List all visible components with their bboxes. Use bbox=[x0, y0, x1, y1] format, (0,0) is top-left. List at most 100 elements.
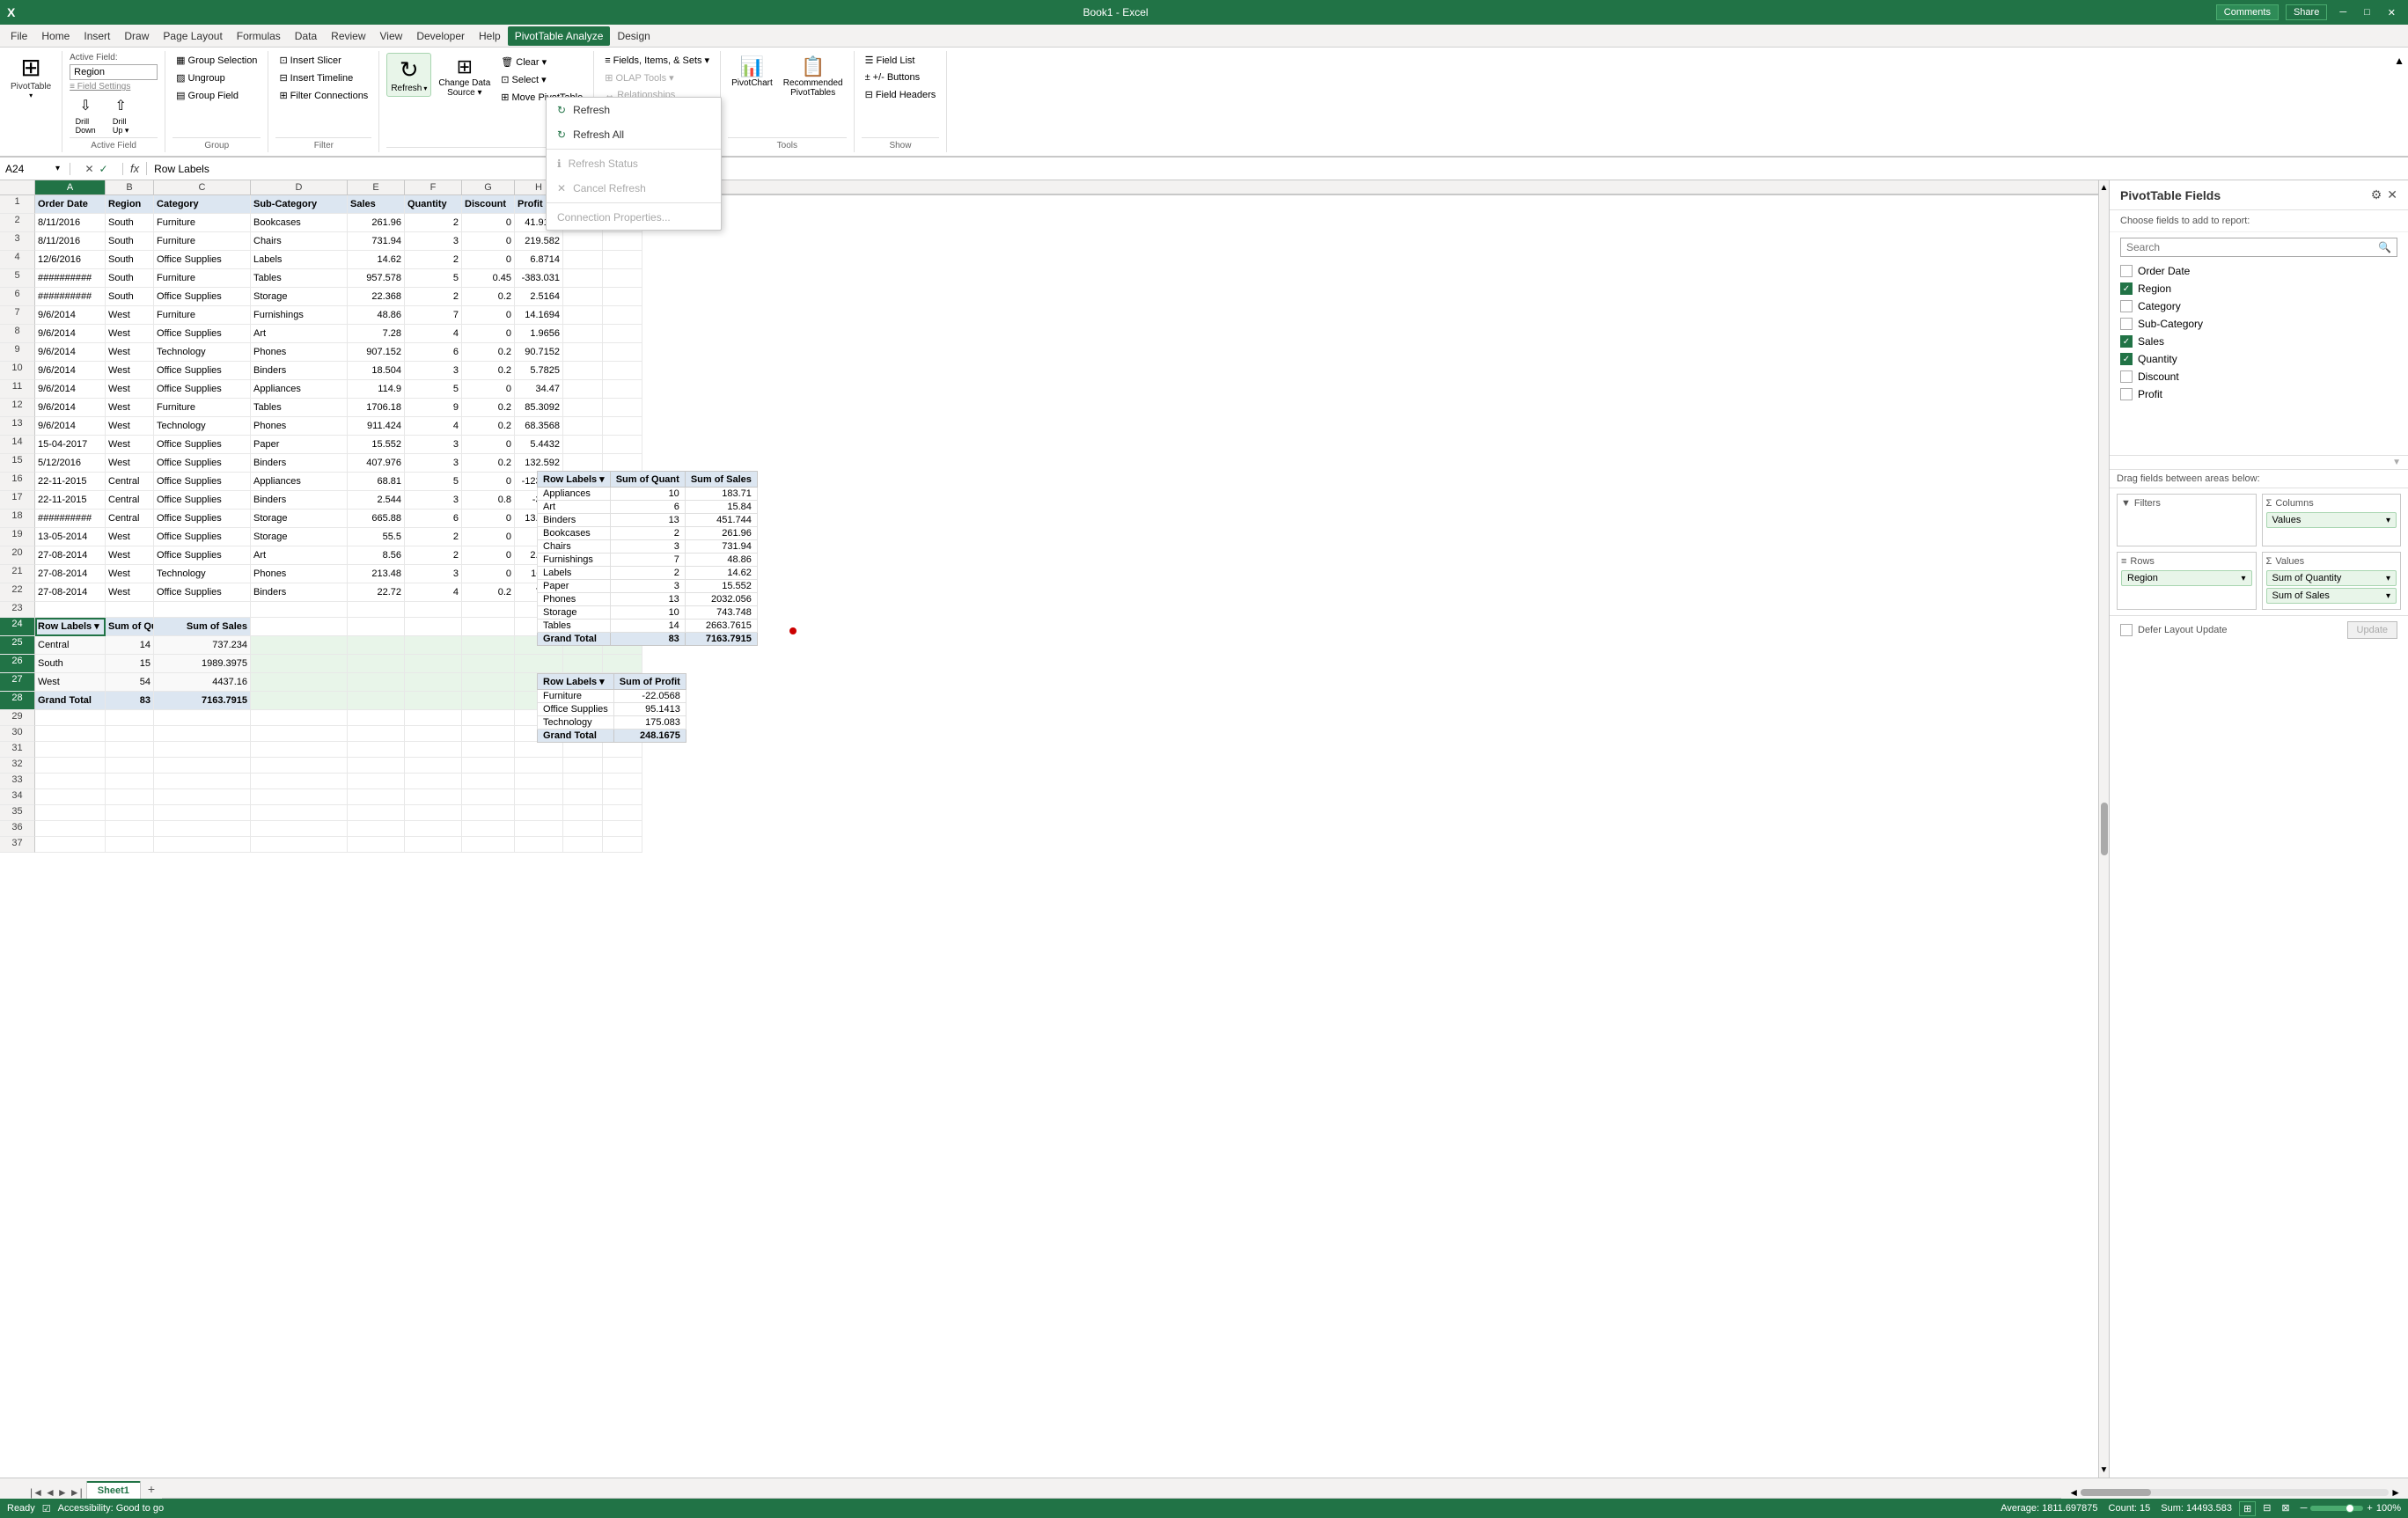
defer-checkbox[interactable] bbox=[2120, 624, 2133, 636]
menu-developer[interactable]: Developer bbox=[409, 26, 472, 46]
minimize-icon[interactable]: ─ bbox=[2334, 7, 2352, 18]
list-item[interactable]: Phones132032.056 bbox=[538, 593, 758, 606]
col-header-c[interactable]: C bbox=[154, 180, 251, 194]
list-item[interactable]: Binders13451.744 bbox=[538, 514, 758, 527]
plus-minus-buttons-button[interactable]: ± +/- Buttons bbox=[862, 70, 940, 84]
pivot1-header-qty[interactable]: Sum of Quant bbox=[610, 472, 685, 488]
cell-a26[interactable]: South bbox=[35, 655, 106, 673]
menu-review[interactable]: Review bbox=[324, 26, 372, 46]
zoom-slider[interactable] bbox=[2310, 1506, 2363, 1511]
select-button[interactable]: ⊡ Select ▾ bbox=[497, 72, 586, 87]
pivot2-header-profit[interactable]: Sum of Profit bbox=[613, 674, 686, 690]
region-row-dropdown[interactable]: ▾ bbox=[2241, 574, 2245, 583]
field-item-sales[interactable]: ✓ Sales bbox=[2110, 333, 2408, 350]
col-header-a[interactable]: A bbox=[35, 180, 106, 194]
row-header-24[interactable]: 24 bbox=[0, 618, 35, 636]
field-settings-link[interactable]: ≡ Field Settings bbox=[70, 82, 158, 92]
sum-qty-dropdown[interactable]: ▾ bbox=[2386, 574, 2390, 583]
corner-cell[interactable] bbox=[0, 180, 35, 194]
row-header-1[interactable]: 1 bbox=[0, 195, 35, 214]
values-column-dropdown[interactable]: ▾ bbox=[2386, 516, 2390, 525]
field-checkbox-region[interactable]: ✓ bbox=[2120, 282, 2133, 295]
sheet-nav-next[interactable]: ► bbox=[57, 1486, 68, 1499]
cell-c24[interactable]: Sum of Sales bbox=[154, 618, 251, 636]
menu-insert[interactable]: Insert bbox=[77, 26, 117, 46]
cell-d1[interactable]: Sub-Category bbox=[251, 195, 348, 214]
cell-a27[interactable]: West bbox=[35, 673, 106, 692]
group-field-button[interactable]: ▤ Group Field bbox=[173, 88, 261, 103]
cell-e1[interactable]: Sales bbox=[348, 195, 405, 214]
cancel-formula-icon[interactable]: ✕ bbox=[84, 163, 93, 175]
drill-down-button[interactable]: ⇩ DrillDown bbox=[70, 95, 101, 137]
update-button[interactable]: Update bbox=[2347, 621, 2397, 639]
menu-draw[interactable]: Draw bbox=[117, 26, 156, 46]
filter-connections-button[interactable]: ⊞ Filter Connections bbox=[275, 88, 371, 103]
h-scroll-right[interactable]: ► bbox=[2390, 1486, 2401, 1499]
cell-a25[interactable]: Central bbox=[35, 636, 106, 655]
list-item[interactable]: Appliances10183.71 bbox=[538, 488, 758, 501]
col-header-e[interactable]: E bbox=[348, 180, 405, 194]
sheet-nav-last[interactable]: ►| bbox=[70, 1486, 83, 1499]
field-checkbox-orderdate[interactable] bbox=[2120, 265, 2133, 277]
page-layout-button[interactable]: ⊟ bbox=[2259, 1501, 2274, 1516]
field-item-subcategory[interactable]: Sub-Category bbox=[2110, 315, 2408, 333]
field-checkbox-quantity[interactable]: ✓ bbox=[2120, 353, 2133, 365]
list-item[interactable]: Chairs3731.94 bbox=[538, 540, 758, 554]
sum-qty-tag[interactable]: Sum of Quantity ▾ bbox=[2266, 570, 2397, 586]
sheet-nav-prev[interactable]: ◄ bbox=[45, 1486, 55, 1499]
field-headers-button[interactable]: ⊟ Field Headers bbox=[862, 87, 940, 102]
row-header-27[interactable]: 27 bbox=[0, 673, 35, 692]
h-scroll-track[interactable] bbox=[2081, 1489, 2389, 1496]
recommended-pivottables-button[interactable]: 📋 RecommendedPivotTables bbox=[780, 53, 847, 100]
change-data-source-button[interactable]: ⊞ Change DataSource ▾ bbox=[435, 53, 494, 100]
maximize-icon[interactable]: □ bbox=[2359, 7, 2375, 18]
olap-tools-button[interactable]: ⊞ OLAP Tools ▾ bbox=[601, 70, 713, 85]
menu-data[interactable]: Data bbox=[288, 26, 324, 46]
cell-c25[interactable]: 737.234 bbox=[154, 636, 251, 655]
pivot1-header-label[interactable]: Row Labels ▾ bbox=[538, 472, 611, 488]
panel-settings-icon[interactable]: ⚙ bbox=[2371, 187, 2382, 202]
col-header-d[interactable]: D bbox=[251, 180, 348, 194]
list-item[interactable]: Bookcases2261.96 bbox=[538, 527, 758, 540]
refresh-item[interactable]: ↻ Refresh bbox=[547, 98, 721, 122]
field-checkbox-subcategory[interactable] bbox=[2120, 318, 2133, 330]
list-item[interactable]: Art615.84 bbox=[538, 501, 758, 514]
page-break-button[interactable]: ⊠ bbox=[2278, 1501, 2293, 1516]
cell-a24[interactable]: Row Labels ▾ bbox=[35, 618, 106, 636]
sheet-tab-sheet1[interactable]: Sheet1 bbox=[86, 1481, 141, 1499]
name-box-dropdown[interactable]: ▾ bbox=[55, 164, 60, 173]
close-icon[interactable]: ✕ bbox=[2382, 7, 2401, 18]
cell-b24[interactable]: Sum of Qu bbox=[106, 618, 154, 636]
add-sheet-button[interactable]: + bbox=[141, 1479, 162, 1499]
h-scroll-left[interactable]: ◄ bbox=[2068, 1486, 2079, 1499]
cell-b25[interactable]: 14 bbox=[106, 636, 154, 655]
sum-sales-tag[interactable]: Sum of Sales ▾ bbox=[2266, 588, 2397, 604]
row-header-28[interactable]: 28 bbox=[0, 692, 35, 710]
drill-up-button[interactable]: ⇧ DrillUp ▾ bbox=[105, 95, 136, 137]
share-button[interactable]: Share bbox=[2286, 4, 2327, 20]
confirm-formula-icon[interactable]: ✓ bbox=[99, 163, 108, 175]
list-item[interactable]: Tables142663.7615 bbox=[538, 620, 758, 633]
panel-close-icon[interactable]: ✕ bbox=[2387, 187, 2397, 202]
group-selection-button[interactable]: ▦ Group Selection bbox=[173, 53, 261, 68]
cell-a1[interactable]: Order Date bbox=[35, 195, 106, 214]
menu-home[interactable]: Home bbox=[34, 26, 77, 46]
sheet-nav-first[interactable]: |◄ bbox=[30, 1486, 43, 1499]
cell-g1[interactable]: Discount bbox=[462, 195, 515, 214]
list-item[interactable]: Furniture-22.0568 bbox=[538, 690, 686, 703]
menu-design[interactable]: Design bbox=[610, 26, 657, 46]
field-item-category[interactable]: Category bbox=[2110, 297, 2408, 315]
field-item-discount[interactable]: Discount bbox=[2110, 368, 2408, 385]
field-checkbox-profit[interactable] bbox=[2120, 388, 2133, 400]
field-item-region[interactable]: ✓ Region bbox=[2110, 280, 2408, 297]
menu-help[interactable]: Help bbox=[472, 26, 508, 46]
comments-button[interactable]: Comments bbox=[2216, 4, 2279, 20]
fields-items-sets-button[interactable]: ≡ Fields, Items, & Sets ▾ bbox=[601, 53, 713, 68]
menu-pivottable-analyze[interactable]: PivotTable Analyze bbox=[508, 26, 611, 46]
field-item-profit[interactable]: Profit bbox=[2110, 385, 2408, 403]
sum-sales-dropdown[interactable]: ▾ bbox=[2386, 591, 2390, 601]
clear-button[interactable]: 🗑 Clear ▾ bbox=[497, 55, 586, 70]
menu-view[interactable]: View bbox=[373, 26, 410, 46]
insert-slicer-button[interactable]: ⊡ Insert Slicer bbox=[275, 53, 371, 68]
field-checkbox-discount[interactable] bbox=[2120, 370, 2133, 383]
